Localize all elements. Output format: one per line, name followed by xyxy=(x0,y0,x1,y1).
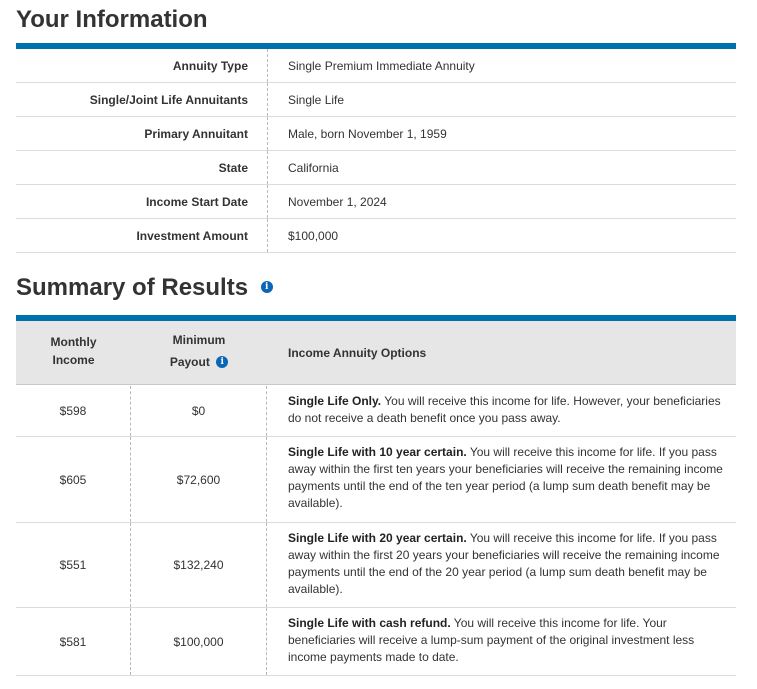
info-row-income-start-date: Income Start Date November 1, 2024 xyxy=(16,185,736,219)
header-income-annuity-options: Income Annuity Options xyxy=(288,346,427,360)
option-description: Single Life Only. You will receive this … xyxy=(288,393,728,427)
option-description: Single Life with cash refund. You will r… xyxy=(288,615,728,666)
info-label: Annuity Type xyxy=(16,49,268,82)
info-value: Male, born November 1, 1959 xyxy=(288,126,447,141)
minimum-payout-cell: $0 xyxy=(131,386,267,436)
info-label: State xyxy=(16,151,268,184)
summary-of-results-title: Summary of Results i xyxy=(16,274,273,302)
info-value: Single Life xyxy=(288,92,345,107)
monthly-income-cell: $551 xyxy=(16,523,131,607)
header-text: Payout xyxy=(169,355,210,369)
header-minimum-payout: Minimum Payout i xyxy=(131,329,267,373)
info-row-primary-annuitant: Primary Annuitant Male, born November 1,… xyxy=(16,117,736,151)
header-text: Monthly xyxy=(50,335,97,349)
option-title: Single Life Only. xyxy=(288,394,382,408)
info-row-annuitants: Single/Joint Life Annuitants Single Life xyxy=(16,83,736,117)
option-description: Single Life with 10 year certain. You wi… xyxy=(288,444,728,512)
info-value: $100,000 xyxy=(288,228,339,243)
minimum-payout-cell: $72,600 xyxy=(131,437,267,522)
header-monthly-income: Monthly Income xyxy=(16,333,131,369)
info-label: Primary Annuitant xyxy=(16,117,268,150)
minimum-payout-cell: $132,240 xyxy=(131,523,267,607)
option-title: Single Life with 10 year certain. xyxy=(288,445,467,459)
your-information-table: Annuity Type Single Premium Immediate An… xyxy=(16,49,736,253)
monthly-income-cell: $605 xyxy=(16,437,131,522)
table-row: $598 $0 Single Life Only. You will recei… xyxy=(16,386,736,437)
table-row: $605 $72,600 Single Life with 10 year ce… xyxy=(16,437,736,523)
info-value: November 1, 2024 xyxy=(288,194,387,209)
minimum-payout-cell: $100,000 xyxy=(131,608,267,675)
results-table-header: Monthly Income Minimum Payout i Income A… xyxy=(16,321,736,385)
option-title: Single Life with 20 year certain. xyxy=(288,531,467,545)
info-icon[interactable]: i xyxy=(216,355,229,368)
your-information-title: Your Information xyxy=(16,6,208,33)
info-row-investment-amount: Investment Amount $100,000 xyxy=(16,219,736,253)
info-value: Single Premium Immediate Annuity xyxy=(288,58,475,73)
option-description: Single Life with 20 year certain. You wi… xyxy=(288,530,728,598)
info-label: Investment Amount xyxy=(16,219,268,252)
info-row-state: State California xyxy=(16,151,736,185)
table-row: $581 $100,000 Single Life with cash refu… xyxy=(16,608,736,676)
info-icon[interactable]: i xyxy=(260,280,273,293)
monthly-income-cell: $581 xyxy=(16,608,131,675)
option-title: Single Life with cash refund. xyxy=(288,616,451,630)
monthly-income-cell: $598 xyxy=(16,386,131,436)
info-row-annuity-type: Annuity Type Single Premium Immediate An… xyxy=(16,49,736,83)
info-value: California xyxy=(288,160,339,175)
info-label: Single/Joint Life Annuitants xyxy=(16,83,268,116)
header-text: Minimum xyxy=(172,333,226,347)
table-row: $551 $132,240 Single Life with 20 year c… xyxy=(16,523,736,608)
header-text: Income xyxy=(52,353,95,367)
info-label: Income Start Date xyxy=(16,185,268,218)
summary-title-text: Summary of Results xyxy=(16,274,249,301)
